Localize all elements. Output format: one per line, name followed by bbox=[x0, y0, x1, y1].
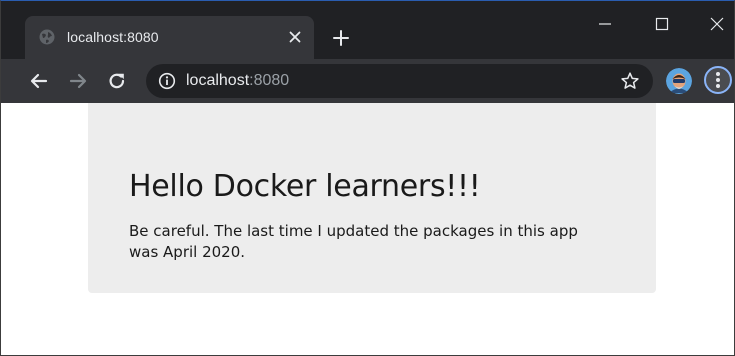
tab-strip: localhost:8080 bbox=[1, 1, 734, 59]
message-card: Hello Docker learners!!! Be careful. The… bbox=[88, 103, 656, 293]
url-host: localhost bbox=[186, 72, 250, 89]
url-port: :8080 bbox=[249, 72, 290, 89]
tab-close-icon[interactable] bbox=[287, 29, 303, 45]
page-heading: Hello Docker learners!!! bbox=[129, 169, 481, 204]
browser-tab[interactable]: localhost:8080 bbox=[25, 16, 314, 59]
browser-toolbar: localhost:8080 bbox=[1, 59, 734, 103]
url-text[interactable]: localhost:8080 bbox=[186, 72, 289, 90]
kebab-menu-icon[interactable] bbox=[704, 66, 732, 94]
arrow-left-icon[interactable] bbox=[28, 70, 50, 92]
browser-window: localhost:8080 localhost:8080 Hello Dock… bbox=[0, 0, 735, 356]
page-viewport: Hello Docker learners!!! Be careful. The… bbox=[1, 103, 734, 355]
window-minimize-icon[interactable] bbox=[596, 15, 614, 33]
arrow-right-icon[interactable] bbox=[67, 70, 89, 92]
address-bar[interactable]: localhost:8080 bbox=[146, 64, 653, 98]
profile-avatar[interactable] bbox=[666, 68, 692, 94]
window-maximize-icon[interactable] bbox=[653, 15, 671, 33]
globe-icon bbox=[39, 29, 55, 45]
page-message: Be careful. The last time I updated the … bbox=[129, 222, 578, 261]
star-icon[interactable] bbox=[620, 71, 640, 91]
info-icon[interactable] bbox=[158, 72, 176, 90]
reload-icon[interactable] bbox=[106, 70, 128, 92]
window-close-icon[interactable] bbox=[708, 15, 726, 33]
new-tab-plus-icon[interactable] bbox=[332, 29, 350, 47]
tab-title: localhost:8080 bbox=[67, 29, 159, 45]
